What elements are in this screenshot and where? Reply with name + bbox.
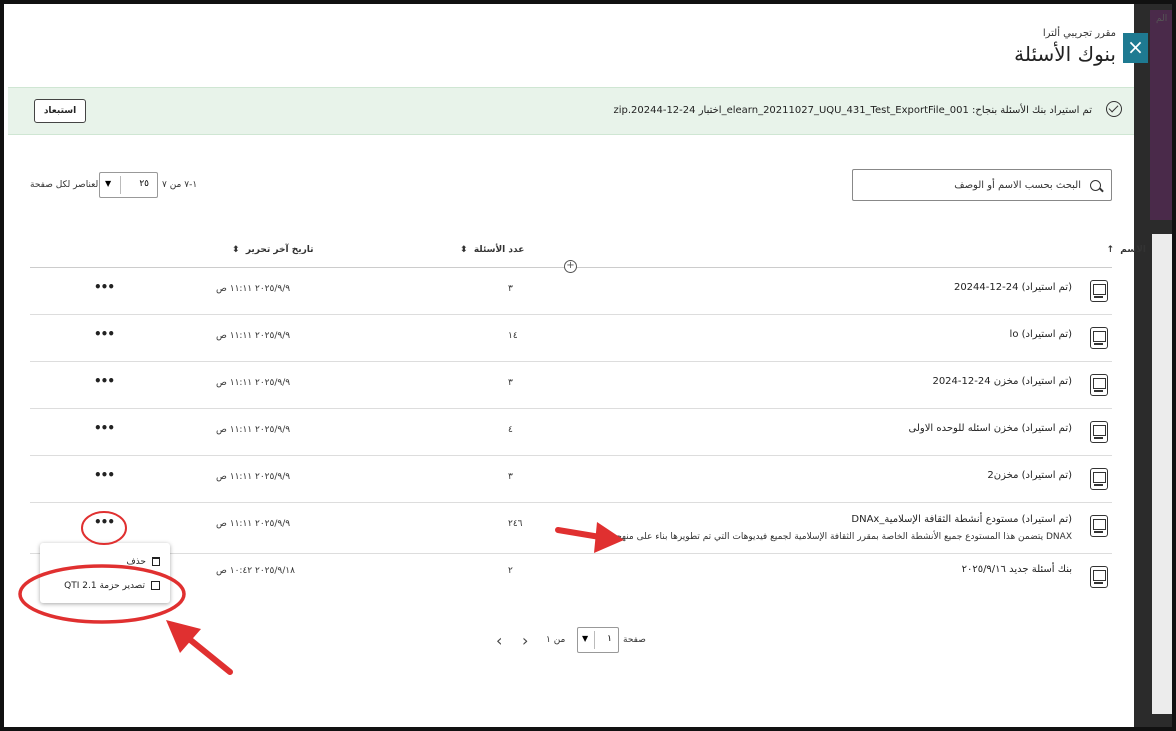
annotation-arrow-description [555,522,624,553]
annotation-overlay [18,511,624,675]
annotation-arrow-export [166,620,233,675]
annotation-circle-export [18,564,186,624]
annotation-circle-more-button [81,511,127,545]
